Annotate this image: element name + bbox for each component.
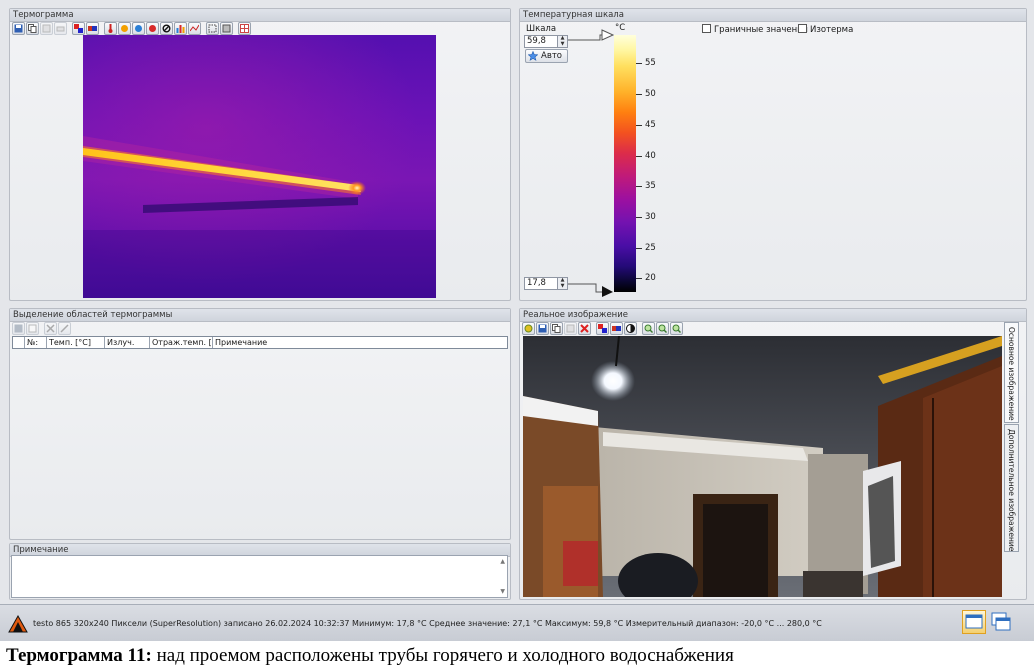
boundary-values-checkbox[interactable]: Граничные значения bbox=[702, 24, 808, 35]
scale-tick-label: 45 bbox=[645, 120, 656, 130]
scale-label: Шкала bbox=[526, 24, 557, 34]
scale-min-connector bbox=[568, 283, 613, 297]
measure-point-icon[interactable] bbox=[146, 21, 159, 35]
overlay-icon[interactable] bbox=[610, 321, 623, 335]
regions-toolbar bbox=[12, 320, 71, 336]
save-icon[interactable] bbox=[12, 321, 25, 335]
scale-tick-label: 35 bbox=[645, 181, 656, 191]
pencil-icon[interactable] bbox=[58, 321, 71, 335]
save-icon[interactable] bbox=[536, 321, 549, 335]
tab-main-image[interactable]: Основное изображение bbox=[1004, 322, 1019, 423]
boundary-values-label: Граничные значения bbox=[714, 25, 808, 35]
scale-tick-mark bbox=[636, 278, 642, 279]
thermometer-icon[interactable] bbox=[104, 21, 117, 35]
cold-spot-icon[interactable] bbox=[132, 21, 145, 35]
scale-tick-label: 30 bbox=[645, 212, 656, 222]
paste-icon[interactable] bbox=[40, 21, 53, 35]
single-view-icon[interactable] bbox=[962, 610, 986, 634]
regions-table-header: №: Темп. [°C] Излуч. Отраж.темп. [° Прим… bbox=[12, 336, 508, 349]
tab-main-image-label: Основное изображение bbox=[1007, 327, 1016, 421]
star-icon bbox=[528, 51, 538, 61]
checkbox-icon[interactable] bbox=[798, 24, 807, 33]
scale-tick-mark bbox=[636, 186, 642, 187]
thermogram-toolbar bbox=[12, 20, 251, 36]
no-circle-icon[interactable] bbox=[160, 21, 173, 35]
crop-icon[interactable] bbox=[220, 21, 233, 35]
scale-tick-label: 55 bbox=[645, 58, 656, 68]
thermography-app: Термограмма Температурная шкала Шкала 59… bbox=[0, 0, 1034, 641]
tab-additional-image[interactable]: Дополнительное изображение bbox=[1004, 424, 1019, 552]
scale-max-connector bbox=[568, 29, 615, 41]
auto-scale-button[interactable]: Авто bbox=[525, 49, 568, 63]
copy-icon[interactable] bbox=[26, 21, 39, 35]
scale-max-input[interactable]: 59,8 ▲ ▼ bbox=[524, 35, 568, 48]
scale-tick-label: 25 bbox=[645, 243, 656, 253]
scroll-up-icon[interactable]: ▲ bbox=[500, 558, 505, 565]
temperature-scale-panel: Температурная шкала bbox=[519, 8, 1027, 301]
scale-max-value: 59,8 bbox=[527, 36, 546, 46]
column-header[interactable]: Темп. [°C] bbox=[47, 337, 105, 348]
scale-tick-mark bbox=[636, 217, 642, 218]
status-bar: testo 865 320x240 Пиксели (SuperResoluti… bbox=[0, 604, 1034, 641]
checkbox-icon[interactable] bbox=[702, 24, 711, 33]
scale-tick-mark bbox=[636, 156, 642, 157]
column-header[interactable]: №: bbox=[25, 337, 47, 348]
auto-button-label: Авто bbox=[541, 51, 562, 61]
column-header[interactable]: Отраж.темп. [° bbox=[150, 337, 213, 348]
thermogram-image[interactable] bbox=[83, 35, 436, 298]
scroll-down-icon[interactable]: ▼ bbox=[500, 588, 505, 595]
scale-tick-mark bbox=[636, 63, 642, 64]
note-textarea[interactable]: ▲ ▼ bbox=[11, 555, 508, 598]
select-area-icon[interactable] bbox=[206, 21, 219, 35]
scale-tick-mark bbox=[636, 125, 642, 126]
palette-swap-icon[interactable] bbox=[596, 321, 609, 335]
tab-additional-image-label: Дополнительное изображение bbox=[1007, 429, 1016, 552]
zoom-out-icon[interactable] bbox=[656, 321, 669, 335]
column-header[interactable]: Излуч. bbox=[105, 337, 150, 348]
scale-tick-mark bbox=[636, 94, 642, 95]
column-header[interactable]: Примечание bbox=[213, 337, 507, 348]
spinner-arrows-icon[interactable]: ▲ ▼ bbox=[557, 277, 567, 289]
zoom-fit-icon[interactable] bbox=[670, 321, 683, 335]
column-header-blank bbox=[13, 337, 25, 348]
scale-tick-label: 40 bbox=[645, 151, 656, 161]
palette-swap-icon[interactable] bbox=[72, 21, 85, 35]
split-view-icon[interactable] bbox=[989, 610, 1013, 634]
real-image-toolbar bbox=[522, 320, 683, 336]
hot-spot-icon[interactable] bbox=[118, 21, 131, 35]
temperature-scale-panel-title: Температурная шкала bbox=[520, 9, 1026, 22]
zoom-in-icon[interactable] bbox=[642, 321, 655, 335]
scale-tick-mark bbox=[636, 248, 642, 249]
save-icon[interactable] bbox=[12, 21, 25, 35]
delete-image-icon[interactable] bbox=[578, 321, 591, 335]
regions-panel-title: Выделение областей термограммы bbox=[10, 309, 510, 322]
print-icon[interactable] bbox=[54, 21, 67, 35]
status-text: testo 865 320x240 Пиксели (SuperResoluti… bbox=[33, 619, 822, 628]
scale-unit: °C bbox=[615, 23, 626, 33]
real-photo[interactable] bbox=[523, 336, 1002, 597]
scale-tick-label: 50 bbox=[645, 89, 656, 99]
color-scale-bar bbox=[614, 35, 636, 292]
copy-icon[interactable] bbox=[550, 321, 563, 335]
scale-min-value: 17,8 bbox=[527, 278, 546, 288]
caption-text: над проемом расположены трубы горячего и… bbox=[151, 645, 734, 666]
figure-caption: Термограмма 11: над проемом расположены … bbox=[6, 645, 734, 667]
delete-icon[interactable] bbox=[44, 321, 57, 335]
isotherm-label: Изотерма bbox=[810, 25, 854, 35]
overlay-icon[interactable] bbox=[86, 21, 99, 35]
spinner-arrows-icon[interactable]: ▲ ▼ bbox=[557, 35, 567, 47]
contrast-icon[interactable] bbox=[624, 321, 637, 335]
histogram-icon[interactable] bbox=[174, 21, 187, 35]
open-image-icon[interactable] bbox=[522, 321, 535, 335]
isotherm-checkbox[interactable]: Изотерма bbox=[798, 24, 853, 35]
copy-icon[interactable] bbox=[26, 321, 39, 335]
testo-logo-icon bbox=[8, 614, 28, 633]
scale-min-input[interactable]: 17,8 ▲ ▼ bbox=[524, 277, 568, 290]
profile-icon[interactable] bbox=[188, 21, 201, 35]
grid-icon[interactable] bbox=[238, 21, 251, 35]
scale-tick-label: 20 bbox=[645, 273, 656, 283]
paste-icon[interactable] bbox=[564, 321, 577, 335]
caption-label: Термограмма 11: bbox=[6, 645, 152, 666]
